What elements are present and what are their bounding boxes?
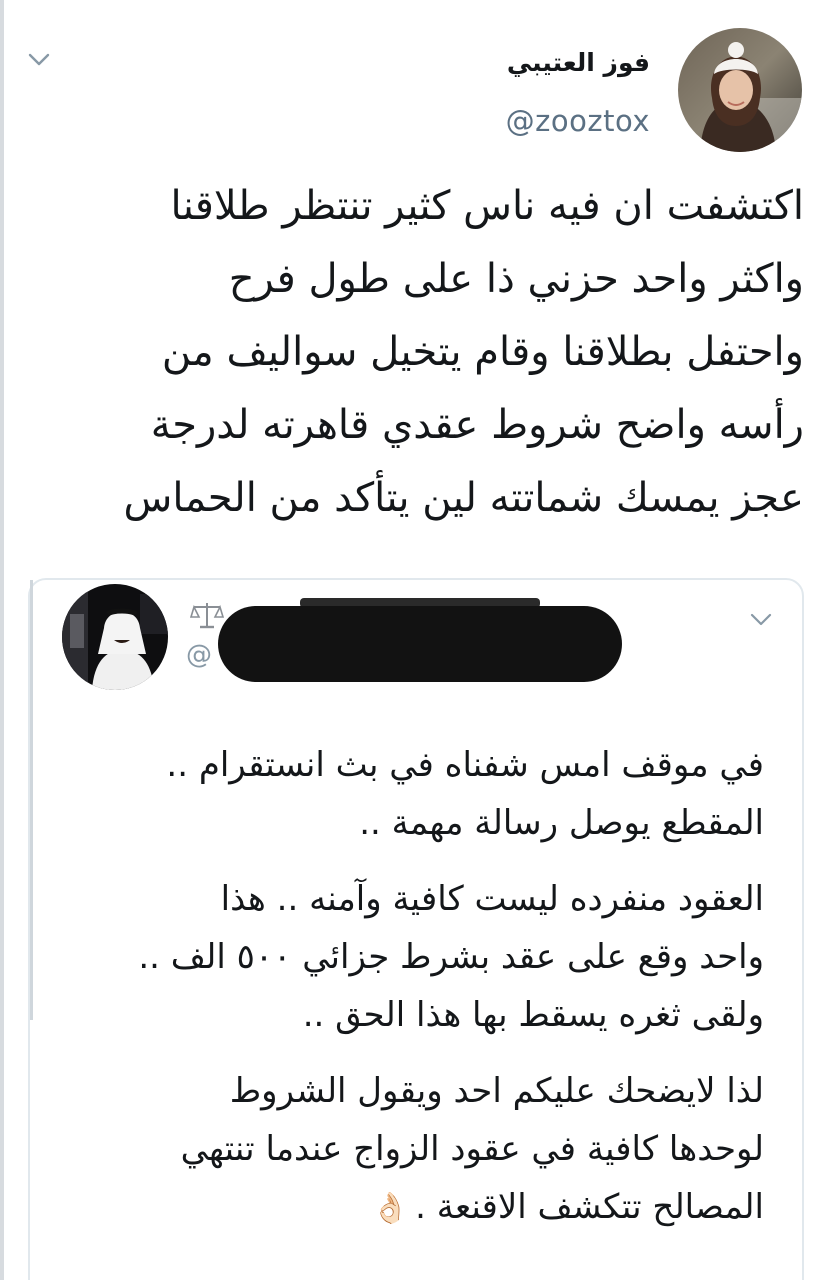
quoted-text-line-last: المصالح تتكشف الاقنعة .👌🏻 <box>44 1178 764 1238</box>
quoted-tweet-chevron-icon[interactable] <box>748 610 774 630</box>
quoted-text-line: واحد وقع على عقد بشرط جزائي ٥٠٠ الف .. <box>138 937 764 977</box>
tweet-text-line: واكثر واحد حزني ذا على طول فرح <box>228 256 804 302</box>
author-handle[interactable]: @zooztox <box>506 104 650 138</box>
tweet-text-line: واحتفل بطلاقنا وقام يتخيل سواليف من <box>161 329 804 375</box>
tweet-text-line: رأسه واضح شروط عقدي قاهرته لدرجة <box>150 402 804 448</box>
quoted-paragraph: في موقف امس شفناه في بث انستقرام .. المق… <box>44 736 764 852</box>
quoted-paragraph: لذا لايضحك عليكم احد ويقول الشروط لوحدها… <box>44 1062 764 1238</box>
quoted-text-line: المقطع يوصل رسالة مهمة .. <box>359 803 764 843</box>
redaction-bar <box>218 606 622 682</box>
quoted-text-line: العقود منفرده ليست كافية وآمنه .. هذا <box>220 879 764 919</box>
author-display-name[interactable]: فوز العتيبي <box>507 48 650 77</box>
quoted-handle-prefix: @ <box>186 640 212 670</box>
tweet-options-chevron-icon[interactable] <box>26 50 52 70</box>
quoted-text-line: لذا لايضحك عليكم احد ويقول الشروط <box>229 1071 764 1111</box>
ok-hand-emoji: 👌🏻 <box>371 1191 410 1226</box>
tweet-body: اكتشفت ان فيه ناس كثير تنتظر طلاقنا واكث… <box>24 170 804 535</box>
tweet-text-line: اكتشفت ان فيه ناس كثير تنتظر طلاقنا <box>170 183 804 229</box>
quoted-text-line: ولقى ثغره يسقط بها هذا الحق .. <box>302 995 764 1035</box>
quoted-paragraph: العقود منفرده ليست كافية وآمنه .. هذا وا… <box>44 870 764 1044</box>
quote-scroll-rail <box>30 580 33 1020</box>
quoted-text-line: لوحدها كافية في عقود الزواج عندما تنتهي <box>180 1129 764 1169</box>
quoted-tweet-body: في موقف امس شفناه في بث انستقرام .. المق… <box>44 736 764 1256</box>
quoted-author-avatar[interactable] <box>62 584 168 690</box>
tweet-text-line: عجز يمسك شماتته لين يتأكد من الحماس <box>123 475 804 521</box>
scales-of-justice-icon <box>189 600 225 630</box>
left-edge-rail <box>0 0 4 1280</box>
quoted-text-line: في موقف امس شفناه في بث انستقرام .. <box>166 745 764 785</box>
author-avatar[interactable] <box>678 28 802 152</box>
quoted-text-segment: المصالح تتكشف الاقنعة . <box>415 1187 764 1227</box>
